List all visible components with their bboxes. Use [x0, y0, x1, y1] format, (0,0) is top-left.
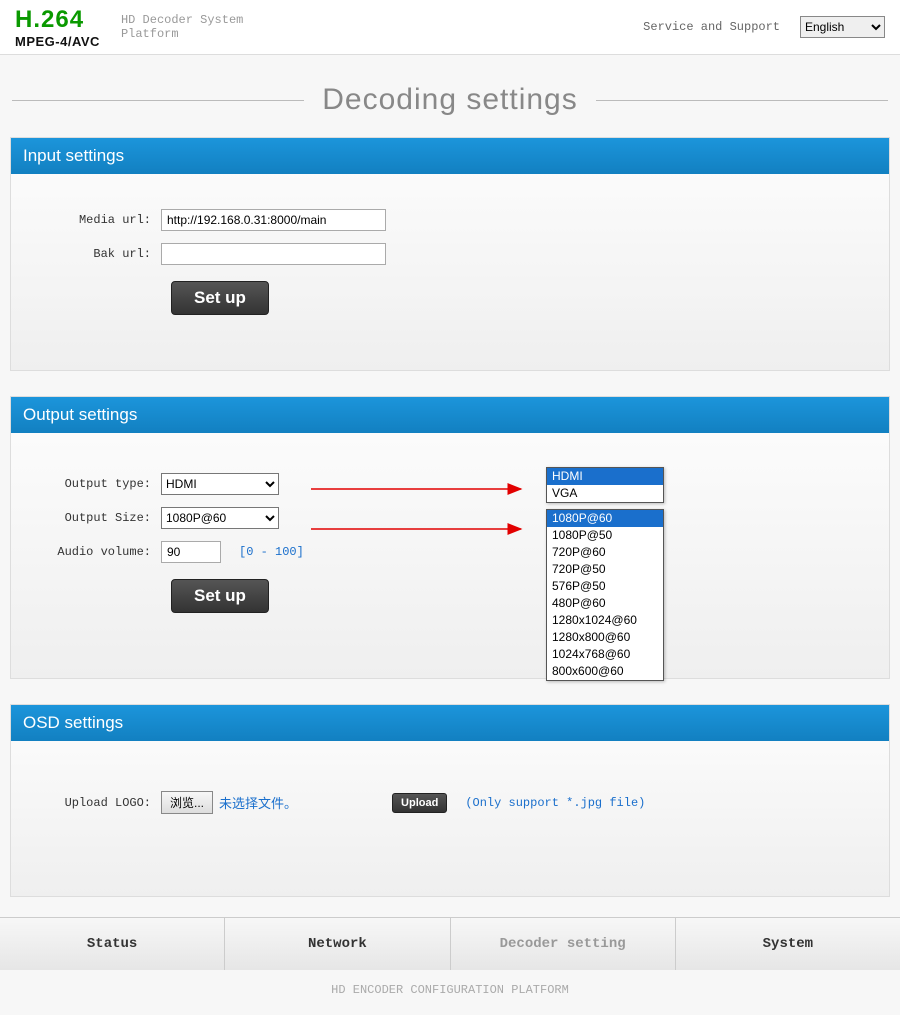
input-settings-title: Input settings — [11, 138, 889, 174]
nav-decoder-setting[interactable]: Decoder setting — [451, 918, 676, 970]
logo: H.264 MPEG-4/AVC — [15, 6, 100, 49]
language-select[interactable]: English — [800, 16, 885, 38]
dropdown-option[interactable]: 480P@60 — [547, 595, 663, 612]
dropdown-option[interactable]: 576P@50 — [547, 578, 663, 595]
audio-volume-hint: [0 - 100] — [239, 545, 304, 559]
output-size-options-popup[interactable]: 1080P@60 1080P@50 720P@60 720P@50 576P@5… — [546, 509, 664, 681]
upload-logo-label: Upload LOGO: — [31, 796, 161, 810]
input-settings-panel: Input settings Media url: Bak url: Set u… — [10, 137, 890, 371]
media-url-input[interactable] — [161, 209, 386, 231]
output-settings-title: Output settings — [11, 397, 889, 433]
arrow-annotation-icon — [311, 523, 531, 535]
dropdown-option[interactable]: 720P@50 — [547, 561, 663, 578]
bak-url-label: Bak url: — [31, 247, 161, 261]
page-title: Decoding settings — [304, 83, 595, 117]
logo-title: H.264 — [15, 6, 100, 34]
dropdown-option[interactable]: 1080P@50 — [547, 527, 663, 544]
osd-settings-title: OSD settings — [11, 705, 889, 741]
bak-url-input[interactable] — [161, 243, 386, 265]
output-setup-button[interactable]: Set up — [171, 579, 269, 613]
browse-button[interactable]: 浏览... — [161, 791, 213, 814]
audio-volume-label: Audio volume: — [31, 545, 161, 559]
output-type-select[interactable]: HDMI — [161, 473, 279, 495]
output-settings-panel: Output settings Output type: HDMI Output… — [10, 396, 890, 679]
dropdown-option[interactable]: 720P@60 — [547, 544, 663, 561]
arrow-annotation-icon — [311, 483, 531, 495]
footer-text: HD ENCODER CONFIGURATION PLATFORM — [0, 983, 900, 997]
no-file-text: 未选择文件。 — [219, 793, 297, 812]
dropdown-option[interactable]: 1280x800@60 — [547, 629, 663, 646]
app-header: H.264 MPEG-4/AVC HD Decoder System Platf… — [0, 0, 900, 55]
output-type-label: Output type: — [31, 477, 161, 491]
nav-status[interactable]: Status — [0, 918, 225, 970]
nav-system[interactable]: System — [676, 918, 900, 970]
divider — [596, 100, 888, 101]
logo-subtitle: MPEG-4/AVC — [15, 34, 100, 49]
upload-button[interactable]: Upload — [392, 793, 447, 813]
nav-network[interactable]: Network — [225, 918, 450, 970]
dropdown-option[interactable]: 1024x768@60 — [547, 646, 663, 663]
output-size-select[interactable]: 1080P@60 — [161, 507, 279, 529]
bottom-nav: Status Network Decoder setting System — [0, 917, 900, 970]
dropdown-option[interactable]: 1080P@60 — [547, 510, 663, 527]
output-type-options-popup[interactable]: HDMI VGA — [546, 467, 664, 503]
audio-volume-input[interactable] — [161, 541, 221, 563]
dropdown-option[interactable]: VGA — [547, 485, 663, 502]
media-url-label: Media url: — [31, 213, 161, 227]
input-setup-button[interactable]: Set up — [171, 281, 269, 315]
dropdown-option[interactable]: 800x600@60 — [547, 663, 663, 680]
logo-description: HD Decoder System Platform — [121, 13, 243, 42]
service-support-link[interactable]: Service and Support — [643, 20, 780, 34]
osd-settings-panel: OSD settings Upload LOGO: 浏览... 未选择文件。 U… — [10, 704, 890, 897]
dropdown-option[interactable]: HDMI — [547, 468, 663, 485]
output-size-label: Output Size: — [31, 511, 161, 525]
divider — [12, 100, 304, 101]
upload-hint: (Only support *.jpg file) — [465, 796, 645, 810]
page-title-wrap: Decoding settings — [12, 83, 888, 117]
dropdown-option[interactable]: 1280x1024@60 — [547, 612, 663, 629]
